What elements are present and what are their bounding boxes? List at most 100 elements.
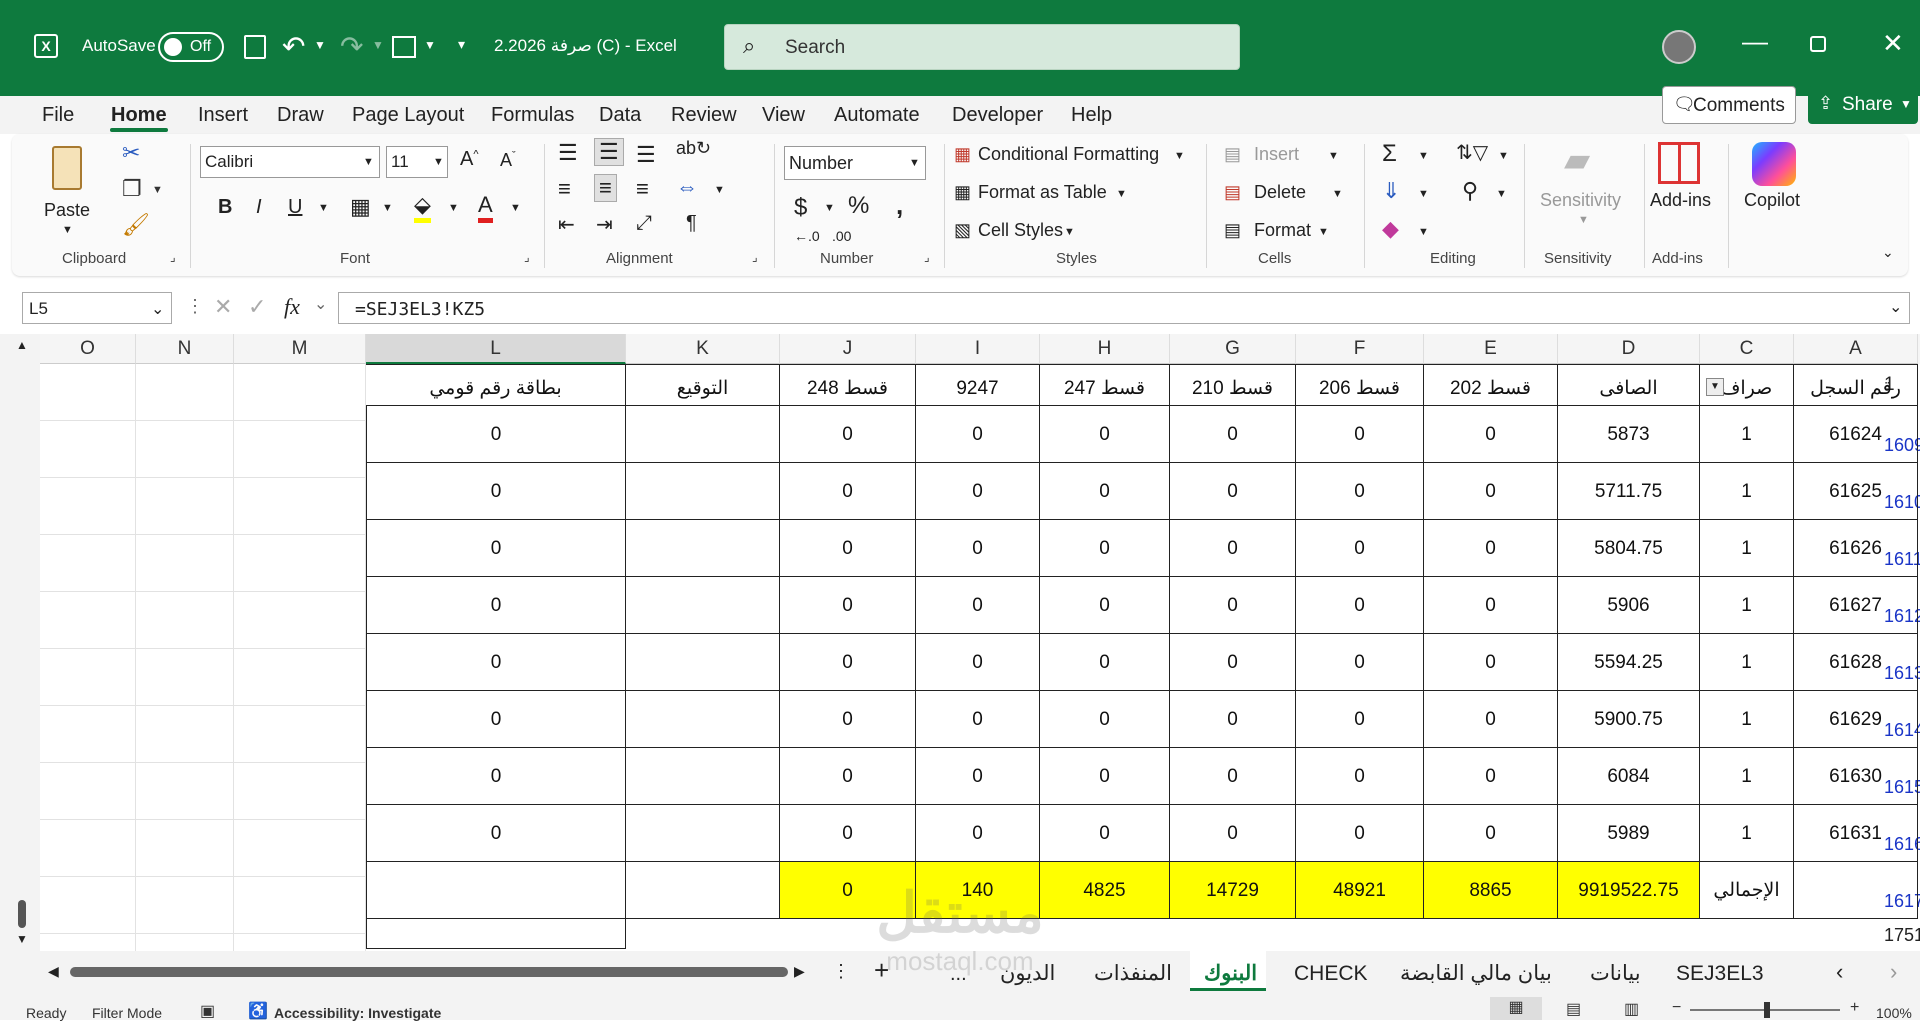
fill-icon[interactable]: ⇓ <box>1382 178 1400 204</box>
table-cell-l[interactable]: 0 <box>366 577 626 634</box>
menu-draw[interactable]: Draw <box>277 96 324 134</box>
table-cell-i[interactable]: 0 <box>916 577 1040 634</box>
status-accessibility[interactable]: Accessibility: Investigate <box>274 1005 441 1021</box>
merge-icon[interactable]: ⇔ <box>676 174 698 200</box>
insert-icon[interactable]: ▤ <box>1224 144 1241 165</box>
conditional-formatting-icon[interactable]: ▦ <box>954 144 971 165</box>
currency-icon[interactable]: $ <box>794 194 807 222</box>
header-cell-a[interactable]: رقم السجل <box>1794 364 1918 406</box>
font-color-icon[interactable]: A <box>478 192 493 223</box>
font-launcher-icon[interactable]: ⌟ <box>524 250 530 264</box>
menu-review[interactable]: Review <box>671 96 737 134</box>
normal-view-icon[interactable]: ▦ <box>1490 997 1542 1020</box>
horizontal-scrollbar[interactable] <box>70 967 788 977</box>
sensitivity-dropdown-icon[interactable]: ▼ <box>1578 214 1589 226</box>
table-cell-j[interactable]: 0 <box>780 805 916 862</box>
zoom-in-icon[interactable]: + <box>1850 999 1859 1017</box>
copilot-icon[interactable] <box>1752 142 1796 186</box>
align-top-icon[interactable]: ☰ <box>558 140 578 166</box>
fill-dropdown-icon[interactable]: ▼ <box>1418 188 1429 200</box>
name-box[interactable]: L5 ⌄ <box>22 292 172 324</box>
copy-dropdown-icon[interactable]: ▼ <box>152 184 163 196</box>
table-cell-h[interactable]: 0 <box>1040 634 1170 691</box>
undo-icon[interactable]: ↶ <box>282 30 305 63</box>
decrease-decimal-icon[interactable]: .00 <box>832 228 851 244</box>
column-header-h[interactable]: H <box>1040 334 1170 364</box>
row-number[interactable]: 1751 <box>1880 925 1920 946</box>
increase-font-icon[interactable]: A^ <box>460 148 479 171</box>
menu-help[interactable]: Help <box>1071 96 1112 134</box>
table-cell-k[interactable] <box>626 463 780 520</box>
find-icon[interactable]: ⚲ <box>1462 178 1478 204</box>
fx-dropdown-icon[interactable]: ⌄ <box>314 294 327 314</box>
table-cell-e[interactable]: 0 <box>1424 691 1558 748</box>
comments-button[interactable]: 🗨 Comments <box>1662 86 1796 124</box>
addins-icon[interactable] <box>1658 142 1700 184</box>
table-cell-a[interactable]: 61628 <box>1794 634 1918 691</box>
table-cell-g[interactable]: 0 <box>1170 520 1296 577</box>
comma-icon[interactable]: , <box>896 190 903 221</box>
page-break-view-icon[interactable]: ▥ <box>1624 999 1639 1019</box>
table-cell-j[interactable]: 0 <box>780 748 916 805</box>
menu-developer[interactable]: Developer <box>952 96 1043 134</box>
redo-dropdown-icon[interactable]: ▼ <box>372 38 384 52</box>
format-icon[interactable]: ▤ <box>1224 220 1241 241</box>
save-icon[interactable] <box>244 35 266 59</box>
avatar[interactable] <box>1662 30 1696 64</box>
table-cell-f[interactable]: 0 <box>1296 748 1424 805</box>
column-header-g[interactable]: G <box>1170 334 1296 364</box>
increase-decimal-icon[interactable]: ←.0 <box>794 228 820 244</box>
table-cell-j[interactable]: 0 <box>780 406 916 463</box>
table-cell-l[interactable]: 0 <box>366 691 626 748</box>
table-cell-c[interactable]: 1 <box>1700 520 1794 577</box>
cell-styles-button[interactable]: Cell Styles <box>978 220 1063 241</box>
column-header-f[interactable]: F <box>1296 334 1424 364</box>
header-cell-j[interactable]: قسط 248 <box>780 364 916 406</box>
form-icon[interactable] <box>392 36 416 58</box>
scroll-up-icon[interactable]: ▲ <box>16 338 28 352</box>
decrease-indent-icon[interactable]: ⇤ <box>558 212 575 237</box>
form-dropdown-icon[interactable]: ▼ <box>424 38 436 52</box>
conditional-formatting-button[interactable]: Conditional Formatting <box>978 144 1159 165</box>
table-cell-k[interactable] <box>626 748 780 805</box>
table-cell-k[interactable] <box>626 691 780 748</box>
table-cell-e[interactable]: 0 <box>1424 520 1558 577</box>
table-cell-g[interactable]: 0 <box>1170 634 1296 691</box>
align-right-icon[interactable]: ≡ <box>636 176 649 202</box>
table-cell-j[interactable]: 0 <box>780 577 916 634</box>
table-cell-f[interactable]: 0 <box>1296 520 1424 577</box>
column-header-n[interactable]: N <box>136 334 234 364</box>
sensitivity-icon[interactable]: ▰ <box>1564 140 1590 180</box>
fill-dropdown-icon[interactable]: ▼ <box>448 202 459 214</box>
table-cell-h[interactable]: 0 <box>1040 691 1170 748</box>
cut-icon[interactable]: ✂ <box>122 140 140 166</box>
table-cell-k[interactable] <box>626 406 780 463</box>
macro-record-icon[interactable]: ▣ <box>200 1001 215 1021</box>
table-cell-d[interactable]: 5873 <box>1558 406 1700 463</box>
zoom-slider-thumb[interactable] <box>1764 1002 1770 1018</box>
table-cell-f[interactable]: 0 <box>1296 634 1424 691</box>
table-cell-f[interactable]: 0 <box>1296 406 1424 463</box>
table-cell-i[interactable]: 0 <box>916 805 1040 862</box>
borders-dropdown-icon[interactable]: ▼ <box>382 202 393 214</box>
autosave-toggle[interactable]: Off <box>158 32 224 62</box>
copilot-button[interactable]: Copilot <box>1744 190 1800 211</box>
table-cell-a[interactable]: 61626 <box>1794 520 1918 577</box>
total-cell-c[interactable]: الإجمالي <box>1700 862 1794 919</box>
menu-file[interactable]: File <box>42 96 74 134</box>
number-format-select[interactable]: Number ▼ <box>784 146 926 180</box>
filter-dropdown-icon[interactable]: ▼ <box>1706 378 1724 396</box>
table-cell-f[interactable]: 0 <box>1296 805 1424 862</box>
table-cell-c[interactable]: 1 <box>1700 634 1794 691</box>
delete-dropdown-icon[interactable]: ▼ <box>1332 188 1343 200</box>
minimize-icon[interactable]: — <box>1742 26 1768 57</box>
italic-icon[interactable]: I <box>256 196 262 219</box>
header-cell-i[interactable]: 9247 <box>916 364 1040 406</box>
total-cell-d[interactable]: 9919522.75 <box>1558 862 1700 919</box>
table-cell-j[interactable]: 0 <box>780 634 916 691</box>
bold-icon[interactable]: B <box>218 196 232 219</box>
delete-icon[interactable]: ▤ <box>1224 182 1241 203</box>
copy-icon[interactable]: ❐ <box>122 176 142 202</box>
tab-sej3el3[interactable]: SEJ3EL3 <box>1676 957 1764 991</box>
ribbon-collapse-icon[interactable]: ⌄ <box>1882 244 1894 261</box>
